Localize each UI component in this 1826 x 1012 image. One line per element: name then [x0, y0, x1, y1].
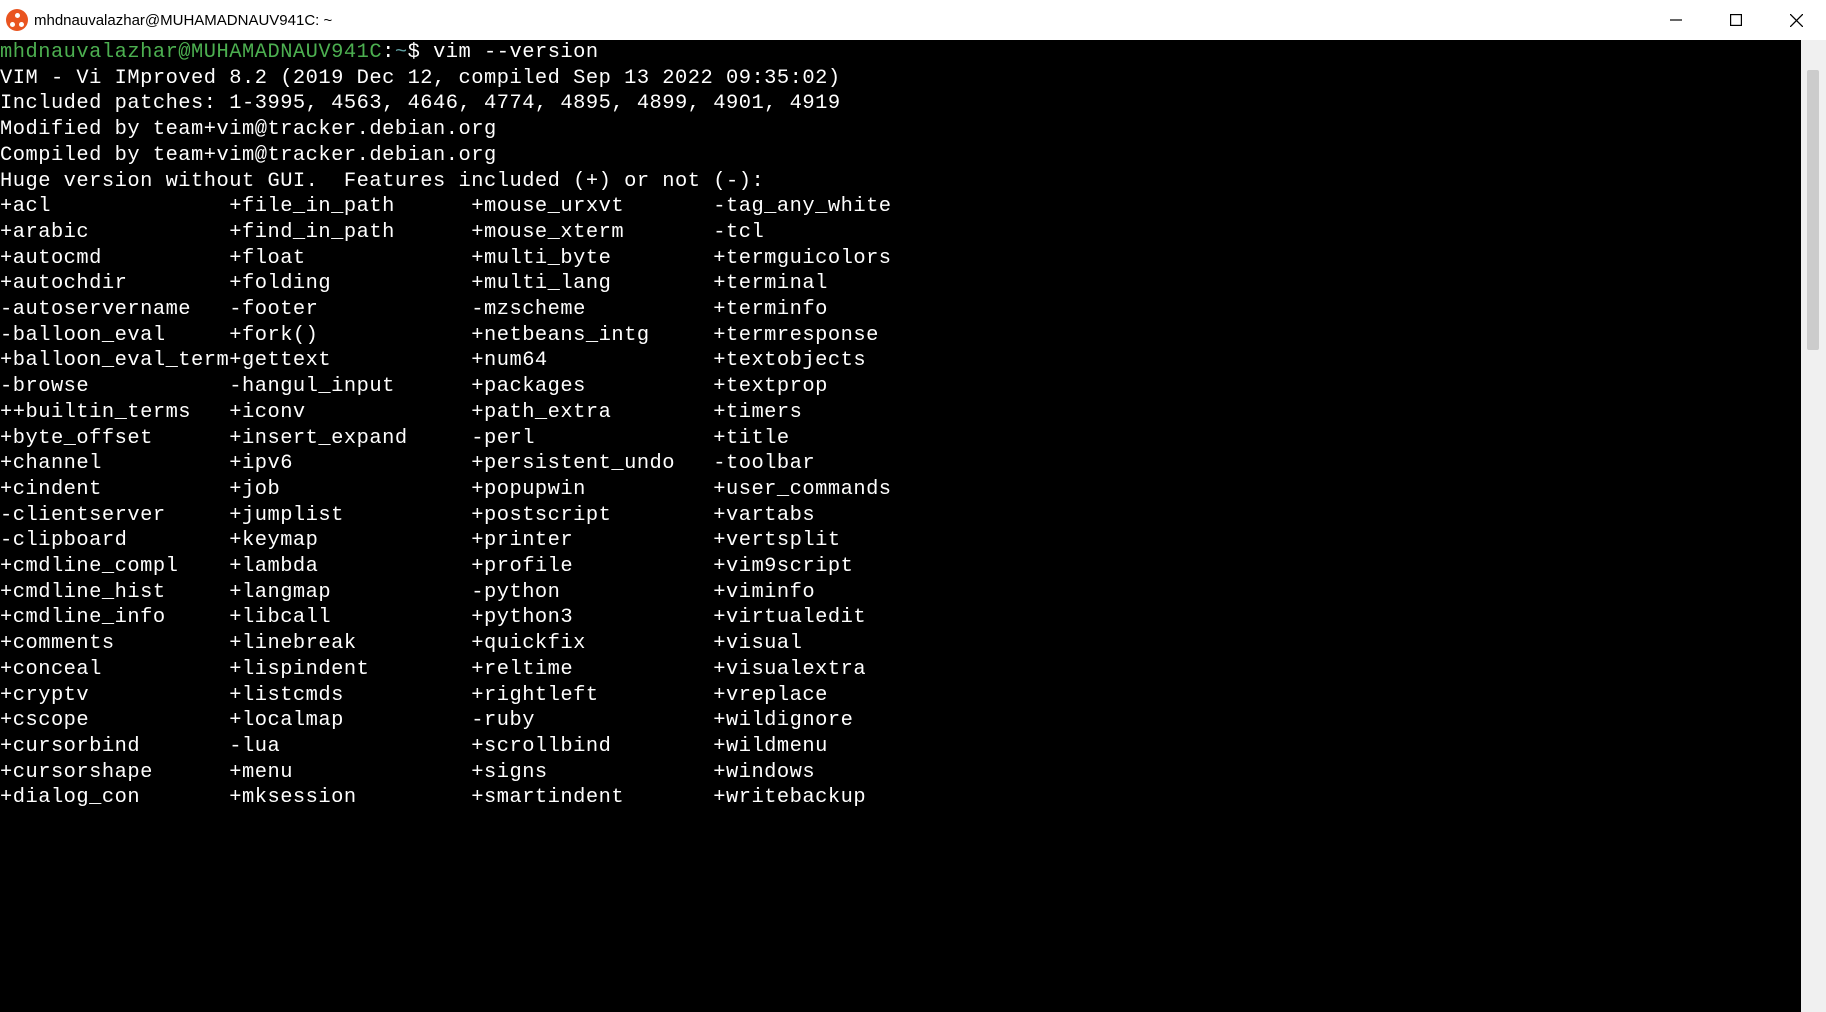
- window-controls: [1646, 0, 1826, 40]
- minimize-button[interactable]: [1646, 0, 1706, 40]
- scrollbar-thumb[interactable]: [1807, 70, 1819, 350]
- titlebar[interactable]: mhdnauvalazhar@MUHAMADNAUV941C: ~: [0, 0, 1826, 40]
- terminal-body[interactable]: mhdnauvalazhar@MUHAMADNAUV941C:~$ vim --…: [0, 40, 1801, 1012]
- terminal-container: mhdnauvalazhar@MUHAMADNAUV941C:~$ vim --…: [0, 40, 1826, 1012]
- close-button[interactable]: [1766, 0, 1826, 40]
- window-title: mhdnauvalazhar@MUHAMADNAUV941C: ~: [34, 12, 332, 29]
- terminal-window: mhdnauvalazhar@MUHAMADNAUV941C: ~ mhdnau…: [0, 0, 1826, 1012]
- titlebar-left: mhdnauvalazhar@MUHAMADNAUV941C: ~: [6, 9, 332, 31]
- scrollbar-track[interactable]: [1801, 40, 1826, 1012]
- maximize-button[interactable]: [1706, 0, 1766, 40]
- ubuntu-icon: [6, 9, 28, 31]
